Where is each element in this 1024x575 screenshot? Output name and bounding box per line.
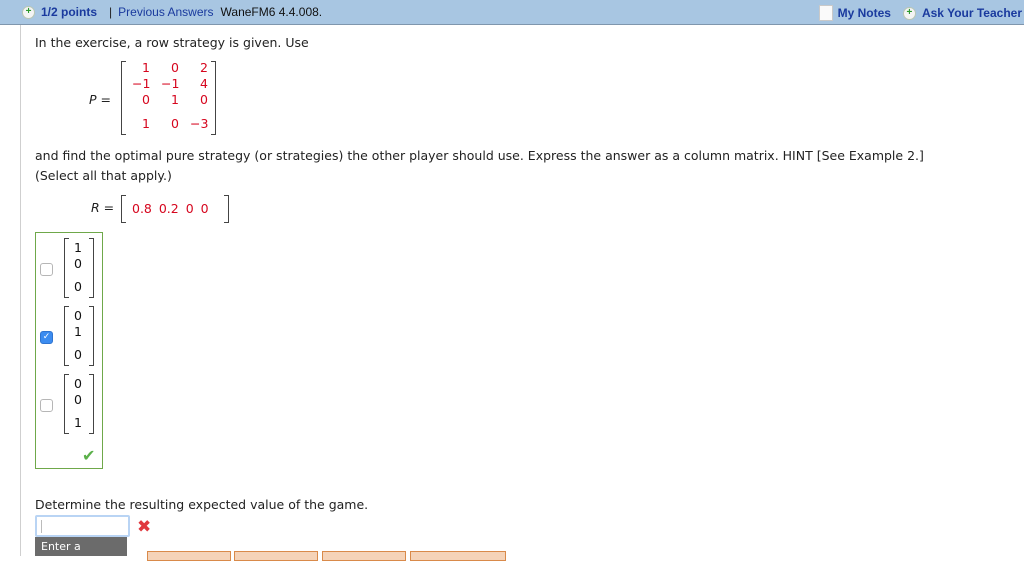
- plus-circle-icon[interactable]: +: [902, 6, 916, 20]
- ask-teacher-link[interactable]: Ask Your Teacher: [922, 6, 1022, 20]
- p-matrix-cell: −3: [190, 116, 209, 131]
- p-matrix-cell: 1: [142, 116, 150, 131]
- option-matrix-value: 0: [74, 347, 82, 362]
- option-checkbox[interactable]: [40, 399, 53, 412]
- matrix-bracket-left: [64, 374, 69, 434]
- option-checkbox[interactable]: [40, 263, 53, 276]
- p-matrix-cell: 0: [142, 92, 150, 107]
- p-matrix-cell: 0: [171, 60, 179, 75]
- option-matrix-value: 0: [74, 376, 82, 391]
- option-matrix-value: 0: [74, 279, 82, 294]
- text-caret: [41, 520, 42, 533]
- matrix-bracket-right: [211, 61, 216, 135]
- incorrect-x-icon: ✖: [137, 517, 152, 537]
- matrix-bracket-left: [121, 195, 126, 223]
- option-matrix-value: 0: [74, 308, 82, 323]
- points-label: 1/2 points: [41, 5, 98, 19]
- matrix-bracket-right: [89, 374, 94, 434]
- p-matrix-cell: 1: [171, 92, 179, 107]
- option-matrix-value: 1: [74, 415, 82, 430]
- p-matrix-cell: 0: [200, 92, 208, 107]
- note-icon[interactable]: [818, 5, 833, 21]
- option-matrix-value: 1: [74, 240, 82, 255]
- separator: |: [109, 5, 113, 19]
- content-divider: [20, 25, 21, 556]
- p-matrix-cell: −1: [161, 76, 180, 91]
- option-matrix-value: 0: [74, 256, 82, 271]
- my-notes-link[interactable]: My Notes: [838, 6, 891, 20]
- question-header: + 1/2 points | Previous Answers WaneFM6 …: [0, 0, 1024, 25]
- option-matrix-value: 0: [74, 392, 82, 407]
- matrix-bracket-right: [224, 195, 229, 223]
- p-matrix-cell: 2: [200, 60, 208, 75]
- p-matrix-cell: 0: [171, 116, 179, 131]
- p-label: P =: [89, 92, 111, 107]
- question-intro: In the exercise, a row strategy is given…: [35, 35, 309, 50]
- input-tooltip: Enter a number.: [35, 537, 127, 572]
- option-checkbox[interactable]: ✓: [40, 331, 53, 344]
- correct-check-icon: ✔: [82, 446, 96, 465]
- expected-value-input[interactable]: [35, 515, 130, 537]
- matrix-bracket-left: [64, 238, 69, 298]
- toolbar-button[interactable]: [410, 551, 506, 561]
- matrix-bracket-left: [64, 306, 69, 366]
- matrix-bracket-right: [89, 306, 94, 366]
- r-label: R =: [91, 200, 115, 215]
- previous-answers-link[interactable]: Previous Answers: [118, 5, 213, 19]
- r-values: 0.8 0.2 0 0: [132, 201, 209, 216]
- toolbar-button[interactable]: [234, 551, 318, 561]
- question-instruction: and find the optimal pure strategy (or s…: [35, 148, 924, 163]
- expected-value-prompt: Determine the resulting expected value o…: [35, 497, 369, 512]
- toolbar-button[interactable]: [322, 551, 406, 561]
- p-matrix-cell: 4: [200, 76, 208, 91]
- question-id: WaneFM6 4.4.008.: [220, 5, 323, 19]
- p-matrix-cell: 1: [142, 60, 150, 75]
- toolbar-button[interactable]: [147, 551, 231, 561]
- matrix-bracket-left: [121, 61, 126, 135]
- p-matrix-cell: −1: [132, 76, 151, 91]
- plus-circle-icon[interactable]: +: [22, 5, 35, 19]
- matrix-bracket-right: [89, 238, 94, 298]
- select-all-note: (Select all that apply.): [35, 168, 172, 183]
- option-matrix-value: 1: [74, 324, 82, 339]
